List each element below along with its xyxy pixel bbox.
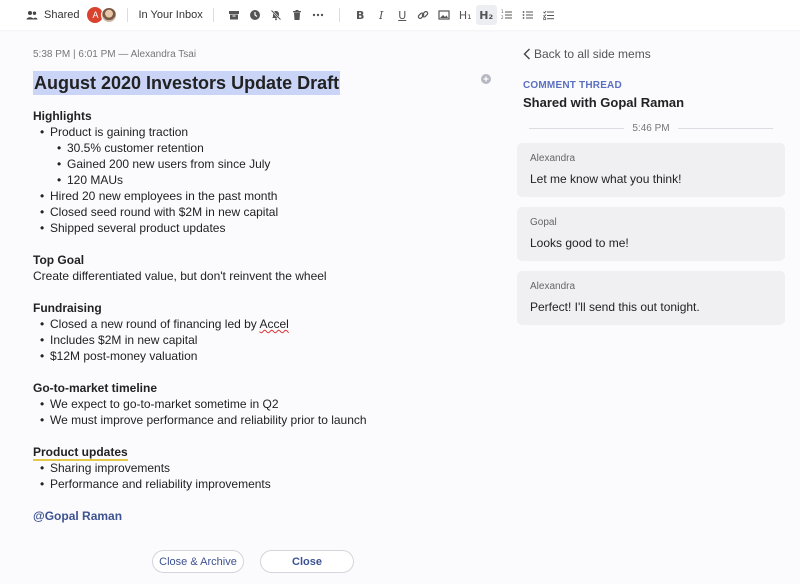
document-body[interactable]: Highlights Product is gaining traction 3… bbox=[33, 108, 493, 524]
section-heading: Product updates bbox=[33, 444, 493, 461]
bell-off-icon bbox=[271, 9, 282, 21]
list-item: We must improve performance and reliabil… bbox=[33, 412, 493, 428]
archive-button[interactable] bbox=[224, 5, 245, 25]
list-item: Closed a new round of financing led by A… bbox=[33, 316, 493, 332]
comment-bubble[interactable]: Gopal Looks good to me! bbox=[517, 207, 785, 261]
collaborator-avatars[interactable]: A bbox=[87, 7, 118, 23]
shared-label: Shared bbox=[44, 9, 80, 21]
section-heading: Highlights bbox=[33, 109, 92, 123]
list-item: Gained 200 new users from since July bbox=[33, 156, 493, 172]
inbox-label[interactable]: In Your Inbox bbox=[138, 9, 202, 21]
add-comment-icon[interactable] bbox=[481, 74, 491, 84]
more-button[interactable] bbox=[308, 5, 329, 25]
people-icon bbox=[26, 11, 38, 20]
link-icon bbox=[417, 10, 429, 19]
comment-bubble[interactable]: Alexandra Perfect! I'll send this out to… bbox=[517, 271, 785, 325]
toolbar: Shared A In Your Inbox B I U H₁ H₂ 1 2 bbox=[0, 0, 800, 30]
thread-title: Shared with Gopal Raman bbox=[523, 95, 685, 110]
list-item: 120 MAUs bbox=[33, 172, 493, 188]
action-icons: B I U H₁ H₂ 12 bbox=[224, 5, 560, 25]
comment-author: Gopal bbox=[530, 217, 557, 228]
list-item: Performance and reliability improvements bbox=[33, 476, 493, 492]
svg-text:1: 1 bbox=[501, 9, 504, 14]
list-item: Includes $2M in new capital bbox=[33, 332, 493, 348]
svg-text:2: 2 bbox=[501, 15, 504, 20]
chevron-left-icon bbox=[523, 48, 530, 60]
bold-icon: B bbox=[356, 8, 365, 22]
comment-message: Perfect! I'll send this out tonight. bbox=[530, 300, 700, 314]
document-title[interactable]: August 2020 Investors Update Draft bbox=[33, 71, 341, 95]
ordered-list-icon: 12 bbox=[501, 9, 513, 20]
comment-message: Let me know what you think! bbox=[530, 172, 682, 186]
divider-line bbox=[677, 128, 773, 129]
image-icon bbox=[438, 10, 450, 20]
heading2-icon: H₂ bbox=[479, 8, 494, 22]
bullet-list-button[interactable] bbox=[518, 5, 539, 25]
section-heading: Go-to-market timeline bbox=[33, 381, 158, 395]
ordered-list-button[interactable]: 12 bbox=[497, 5, 518, 25]
list-item: 30.5% customer retention bbox=[33, 140, 493, 156]
italic-button[interactable]: I bbox=[371, 5, 392, 25]
delete-button[interactable] bbox=[287, 5, 308, 25]
heading2-button[interactable]: H₂ bbox=[475, 5, 497, 25]
misspelled-word[interactable]: Accel bbox=[259, 317, 288, 331]
clock-icon bbox=[250, 10, 261, 20]
comment-author: Alexandra bbox=[530, 281, 576, 292]
comment-bubble[interactable]: Alexandra Let me know what you think! bbox=[517, 143, 785, 197]
thread-time: 5:46 PM bbox=[632, 123, 670, 134]
list-item: Hired 20 new employees in the past month bbox=[33, 188, 493, 204]
list-item: $12M post-money valuation bbox=[33, 348, 493, 364]
heading1-button[interactable]: H₁ bbox=[455, 5, 476, 25]
document-meta: 5:38 PM | 6:01 PM — Alexandra Tsai bbox=[33, 49, 197, 60]
time-divider: 5:46 PM bbox=[529, 123, 773, 134]
close-button[interactable]: Close bbox=[260, 550, 354, 573]
checklist-icon bbox=[543, 10, 555, 21]
section-heading: Top Goal bbox=[33, 253, 85, 267]
thread-label: COMMENT THREAD bbox=[523, 80, 622, 91]
link-button[interactable] bbox=[413, 5, 434, 25]
back-link-label: Back to all side mems bbox=[534, 47, 651, 61]
user-mention[interactable]: @Gopal Raman bbox=[33, 508, 493, 524]
underline-icon: U bbox=[398, 8, 407, 22]
underline-button[interactable]: U bbox=[392, 5, 413, 25]
list-item: Closed seed round with $2M in new capita… bbox=[33, 204, 493, 220]
image-button[interactable] bbox=[434, 5, 455, 25]
paragraph: Create differentiated value, but don't r… bbox=[33, 269, 327, 283]
bullet-list-icon bbox=[522, 11, 534, 19]
checklist-button[interactable] bbox=[539, 5, 560, 25]
bold-button[interactable]: B bbox=[350, 5, 371, 25]
snooze-button[interactable] bbox=[245, 5, 266, 25]
list-item: We expect to go-to-market sometime in Q2 bbox=[33, 396, 493, 412]
mute-button[interactable] bbox=[266, 5, 287, 25]
commented-heading[interactable]: Product updates bbox=[33, 445, 128, 461]
trash-icon bbox=[293, 10, 302, 20]
heading1-icon: H₁ bbox=[458, 8, 472, 22]
comment-author: Alexandra bbox=[530, 153, 576, 164]
italic-icon: I bbox=[379, 8, 384, 22]
avatar-gopal[interactable] bbox=[101, 7, 118, 23]
toolbar-divider bbox=[338, 8, 340, 22]
comment-message: Looks good to me! bbox=[530, 236, 629, 250]
section-heading: Fundraising bbox=[33, 301, 102, 315]
shared-button[interactable]: Shared bbox=[26, 9, 79, 21]
divider-line bbox=[529, 128, 625, 129]
archive-icon bbox=[229, 11, 240, 20]
close-archive-button[interactable]: Close & Archive bbox=[152, 550, 244, 573]
list-item: Shipped several product updates bbox=[33, 220, 493, 236]
list-item-text: Closed a new round of financing led by bbox=[50, 317, 260, 331]
list-item: Sharing improvements bbox=[33, 460, 493, 476]
back-link[interactable]: Back to all side mems bbox=[523, 47, 651, 61]
toolbar-divider bbox=[212, 8, 214, 22]
list-item: Product is gaining traction bbox=[33, 124, 493, 140]
more-icon bbox=[313, 13, 324, 17]
toolbar-divider bbox=[127, 8, 129, 22]
